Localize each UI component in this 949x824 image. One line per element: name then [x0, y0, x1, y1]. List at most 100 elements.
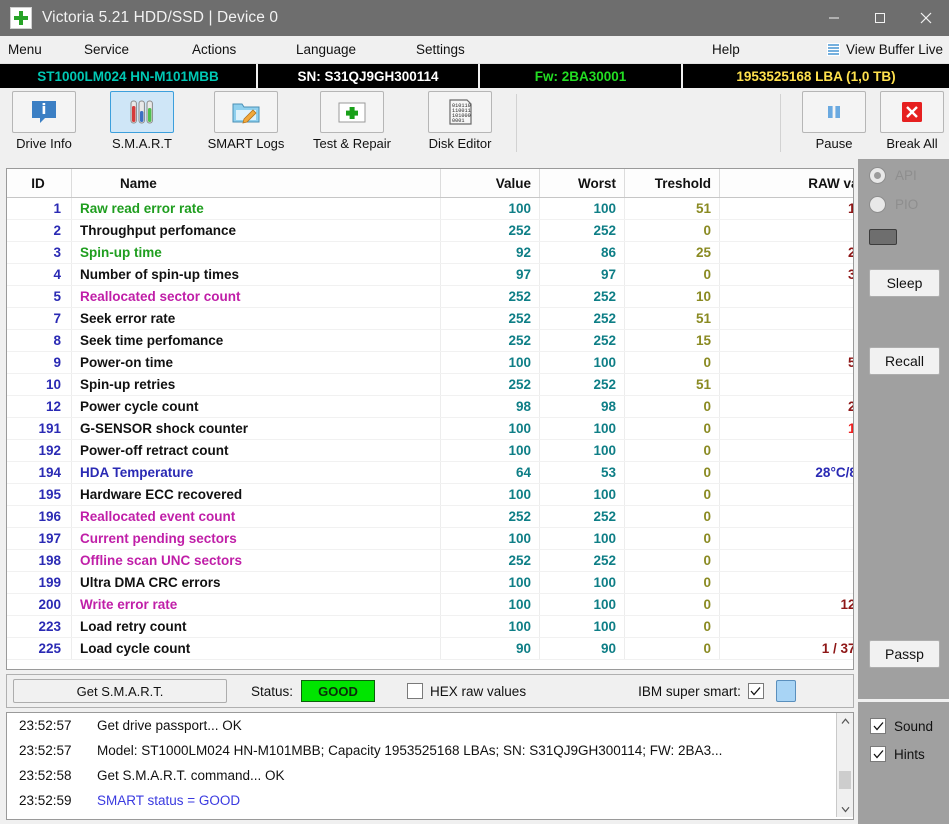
toolbar-label-smart: S.M.A.R.T	[112, 136, 172, 151]
cell-id: 194	[7, 462, 72, 484]
menu-item-help[interactable]: Help	[712, 36, 740, 63]
smart-status-bar: Get S.M.A.R.T. Status: GOOD HEX raw valu…	[6, 674, 854, 708]
scroll-thumb[interactable]	[839, 771, 851, 789]
table-row[interactable]: 196Reallocated event count25225200	[7, 506, 854, 528]
scroll-up-arrow-icon[interactable]	[837, 713, 853, 729]
hints-checkbox-box[interactable]	[870, 746, 886, 762]
cell-worst: 97	[540, 264, 625, 286]
cell-raw: 0	[720, 220, 855, 242]
log-entry[interactable]: 23:52:57Get drive passport... OK	[7, 713, 853, 738]
table-row[interactable]: 8Seek time perfomance252252150	[7, 330, 854, 352]
ibm-super-smart-label: IBM super smart:	[638, 684, 741, 699]
table-row[interactable]: 194HDA Temperature6453028°C/82°F	[7, 462, 854, 484]
table-row[interactable]: 4Number of spin-up times979703633	[7, 264, 854, 286]
folder-pencil-icon	[231, 98, 261, 126]
api-radio-circle[interactable]	[869, 167, 886, 184]
log-panel[interactable]: 23:52:57Get drive passport... OK23:52:57…	[6, 712, 854, 820]
ibm-super-smart-checkbox[interactable]: IBM super smart:	[638, 683, 764, 699]
toolbar-button-pause[interactable]: Pause	[790, 91, 878, 151]
cell-name: Number of spin-up times	[72, 264, 441, 286]
pio-radio-circle[interactable]	[869, 196, 886, 213]
column-header-raw-value[interactable]: RAW value	[720, 169, 855, 198]
toolbar-button-test-repair[interactable]: Test & Repair	[308, 91, 396, 151]
green-cross-box-icon	[337, 98, 367, 126]
table-row[interactable]: 195Hardware ECC recovered10010000	[7, 484, 854, 506]
column-header-threshold[interactable]: Treshold	[625, 169, 720, 198]
table-row[interactable]: 200Write error rate100100012775	[7, 594, 854, 616]
cell-raw: 1325	[720, 418, 855, 440]
menu-item-language[interactable]: Language	[296, 36, 356, 63]
cell-worst: 53	[540, 462, 625, 484]
cell-worst: 100	[540, 528, 625, 550]
cell-raw: 5731	[720, 352, 855, 374]
cell-raw: 0	[720, 308, 855, 330]
cell-id: 7	[7, 308, 72, 330]
cell-threshold: 0	[625, 572, 720, 594]
table-row[interactable]: 1Raw read error rate100100511216	[7, 198, 854, 220]
column-header-name[interactable]: Name	[72, 169, 441, 198]
table-row[interactable]: 197Current pending sectors10010001	[7, 528, 854, 550]
minimize-icon[interactable]	[811, 0, 857, 36]
smart-attributes-table[interactable]: ID Name Value Worst Treshold RAW value H…	[6, 168, 854, 670]
passp-button[interactable]: Passp	[869, 640, 940, 668]
sound-checkbox-box[interactable]	[870, 718, 886, 734]
list-lines-icon	[827, 43, 840, 56]
toolbar-button-break-all[interactable]: Break All	[868, 91, 949, 151]
cell-value: 252	[441, 308, 540, 330]
column-header-value[interactable]: Value	[441, 169, 540, 198]
table-row[interactable]: 5Reallocated sector count252252100	[7, 286, 854, 308]
get-smart-button[interactable]: Get S.M.A.R.T.	[13, 679, 227, 703]
log-entry[interactable]: 23:52:59SMART status = GOOD	[7, 788, 853, 813]
view-buffer-live-button[interactable]: View Buffer Live	[827, 36, 943, 63]
cell-worst: 86	[540, 242, 625, 264]
scroll-down-arrow-icon[interactable]	[837, 801, 853, 817]
log-entry[interactable]: 23:52:58Get S.M.A.R.T. command... OK	[7, 763, 853, 788]
log-entry[interactable]: 23:52:57Model: ST1000LM024 HN-M101MBB; C…	[7, 738, 853, 763]
right-bottom-panel: Sound Hints	[858, 702, 949, 824]
menu-item-service[interactable]: Service	[84, 36, 129, 63]
table-row[interactable]: 10Spin-up retries252252510	[7, 374, 854, 396]
pio-radio[interactable]: PIO	[869, 196, 918, 213]
column-header-worst[interactable]: Worst	[540, 169, 625, 198]
log-entry-time: 23:52:57	[7, 743, 97, 758]
recall-button[interactable]: Recall	[869, 347, 940, 375]
hex-raw-values-checkbox[interactable]: HEX raw values	[407, 683, 526, 699]
table-row[interactable]: 192Power-off retract count1001000107	[7, 440, 854, 462]
toolbar-button-disk-editor[interactable]: 010110 110011 101000 0001 Disk Editor	[416, 91, 504, 151]
table-row[interactable]: 191G-SENSOR shock counter10010001325	[7, 418, 854, 440]
ibm-super-smart-box[interactable]	[748, 683, 764, 699]
sound-checkbox[interactable]: Sound	[870, 718, 933, 734]
table-row[interactable]: 2Throughput perfomance25225200	[7, 220, 854, 242]
hints-checkbox[interactable]: Hints	[870, 746, 925, 762]
menu-item-actions[interactable]: Actions	[192, 36, 236, 63]
sleep-button[interactable]: Sleep	[869, 269, 940, 297]
log-entry-time: 23:52:57	[7, 718, 97, 733]
close-icon[interactable]	[903, 0, 949, 36]
cell-id: 4	[7, 264, 72, 286]
hex-raw-values-box[interactable]	[407, 683, 423, 699]
toolbar-button-drive-info[interactable]: Drive Info	[0, 91, 88, 151]
table-row[interactable]: 198Offline scan UNC sectors25225200	[7, 550, 854, 572]
toolbar-button-smart[interactable]: S.M.A.R.T	[98, 91, 186, 151]
toolbar-button-smart-logs[interactable]: SMART Logs	[202, 91, 290, 151]
menu-item-menu[interactable]: Menu	[8, 36, 42, 63]
maximize-icon[interactable]	[857, 0, 903, 36]
cell-id: 196	[7, 506, 72, 528]
table-row[interactable]: 223Load retry count1001000107	[7, 616, 854, 638]
cell-threshold: 0	[625, 528, 720, 550]
api-radio[interactable]: API	[869, 167, 917, 184]
cell-value: 97	[441, 264, 540, 286]
status-label: Status:	[251, 684, 293, 699]
table-row[interactable]: 9Power-on time10010005731	[7, 352, 854, 374]
table-row[interactable]: 3Spin-up time9286252461	[7, 242, 854, 264]
table-row[interactable]: 225Load cycle count909001 / 37126	[7, 638, 854, 660]
column-header-id[interactable]: ID	[7, 169, 72, 198]
menu-item-settings[interactable]: Settings	[416, 36, 465, 63]
log-scrollbar[interactable]	[836, 713, 853, 817]
table-row[interactable]: 199Ultra DMA CRC errors10010001	[7, 572, 854, 594]
table-row[interactable]: 12Power cycle count989802031	[7, 396, 854, 418]
drive-serial: SN: S31QJ9GH300114	[256, 64, 478, 88]
table-row[interactable]: 7Seek error rate252252510	[7, 308, 854, 330]
cell-raw: 2461	[720, 242, 855, 264]
cell-name: Ultra DMA CRC errors	[72, 572, 441, 594]
